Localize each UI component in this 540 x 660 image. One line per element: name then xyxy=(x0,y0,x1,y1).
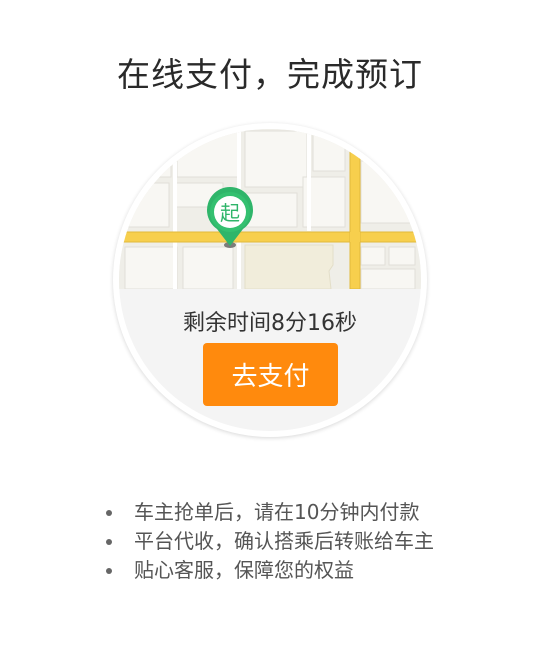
pay-button[interactable]: 去支付 xyxy=(203,343,338,406)
bullet-dot-icon xyxy=(106,568,112,574)
map-road-horizontal xyxy=(119,231,421,243)
map-road-intersection xyxy=(350,232,360,242)
page-title: 在线支付，完成预订 xyxy=(117,55,423,94)
payment-card: 起 剩余时间8分16秒 去支付 xyxy=(113,123,427,437)
route-map: 起 xyxy=(119,129,421,289)
benefit-text: 车主抢单后，请在10分钟内付款 xyxy=(134,500,420,524)
countdown-timer: 剩余时间8分16秒 xyxy=(183,311,357,336)
payment-card-inner: 起 剩余时间8分16秒 去支付 xyxy=(119,129,421,431)
benefit-item: 贴心客服，保障您的权益 xyxy=(100,556,434,585)
benefit-item: 车主抢单后，请在10分钟内付款 xyxy=(100,498,434,527)
map-road-vertical xyxy=(349,129,361,289)
benefit-text: 平台代收，确认搭乘后转账给车主 xyxy=(134,529,434,553)
bullet-dot-icon xyxy=(106,539,112,545)
map-park xyxy=(244,244,334,289)
bullet-dot-icon xyxy=(106,510,112,516)
benefit-item: 平台代收，确认搭乘后转账给车主 xyxy=(100,527,434,556)
benefits-list: 车主抢单后，请在10分钟内付款 平台代收，确认搭乘后转账给车主 贴心客服，保障您… xyxy=(100,498,434,585)
benefit-text: 贴心客服，保障您的权益 xyxy=(134,558,354,582)
start-marker-label: 起 xyxy=(220,201,240,225)
